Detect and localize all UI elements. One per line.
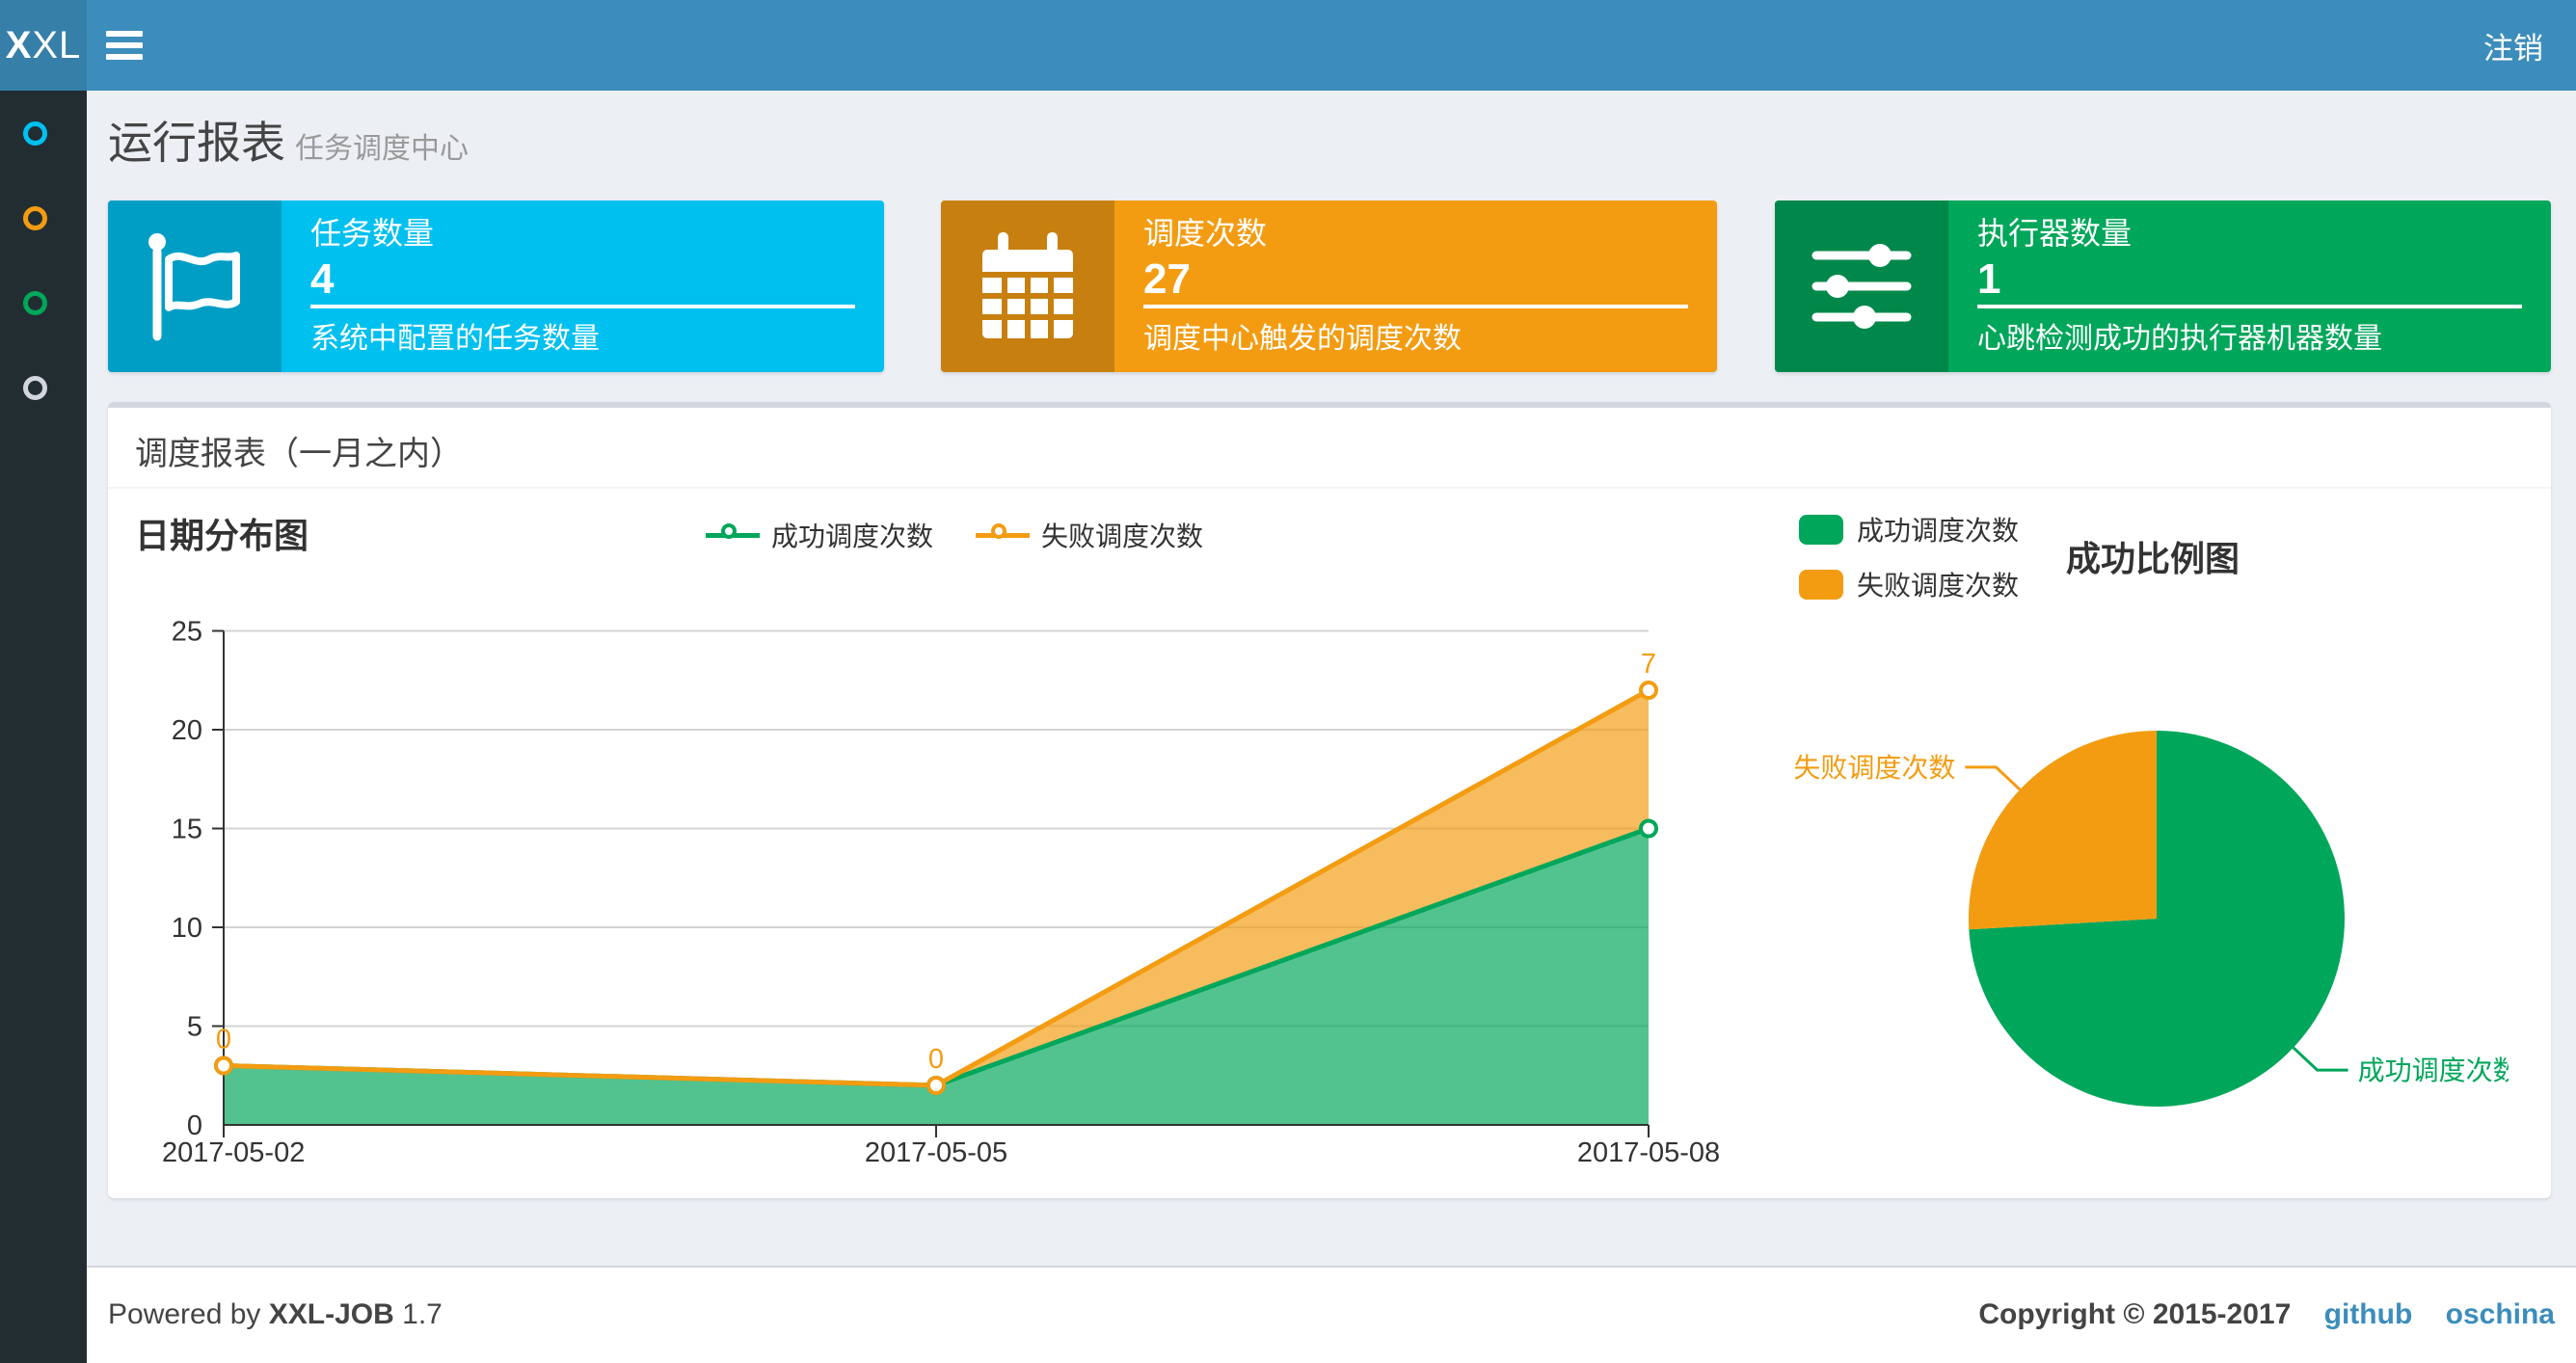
- panel-header: 调度报表（一月之内）: [108, 408, 2551, 489]
- footer-copyright: Copyright © 2015-2017 github oschina: [1978, 1298, 2555, 1331]
- github-link[interactable]: github: [2324, 1298, 2413, 1330]
- logout-link[interactable]: 注销: [2451, 0, 2576, 91]
- y-tick-label: 10: [172, 913, 202, 944]
- copyright-text: Copyright © 2015-2017: [1978, 1298, 2292, 1330]
- info-box-value: 1: [1977, 255, 2001, 303]
- footer-powered-by: Powered by XXL-JOB 1.7: [108, 1298, 443, 1331]
- y-tick-label: 15: [172, 815, 202, 845]
- success-ratio-pie-chart: 成功调度次数 失败调度次数: [1793, 731, 2509, 1107]
- sidebar-item-2[interactable]: [0, 175, 87, 260]
- info-box-body: 调度次数 27 调度中心触发的调度次数: [1114, 200, 1717, 372]
- y-tick-label: 5: [187, 1012, 202, 1043]
- sidebar-item-3[interactable]: [0, 260, 87, 345]
- pie-slice-label: 失败调度次数: [1793, 753, 1955, 783]
- divider: [1977, 305, 2522, 308]
- divider: [1143, 305, 1688, 308]
- logo[interactable]: X XL: [0, 0, 87, 91]
- calendar-icon: [941, 200, 1114, 372]
- info-box-description: 调度中心触发的调度次数: [1143, 323, 1462, 355]
- app-name: XXL-JOB: [268, 1298, 394, 1330]
- legend-swatch: [1799, 569, 1843, 600]
- circle-icon: [23, 375, 47, 400]
- legend-line-marker: [705, 523, 760, 547]
- footer: Powered by XXL-JOB 1.7 Copyright © 2015-…: [0, 1266, 2576, 1363]
- sidebar-item-4[interactable]: [0, 345, 87, 430]
- legend-item-1[interactable]: 成功调度次数: [705, 516, 933, 554]
- sidebar-toggle-button[interactable]: [87, 0, 162, 91]
- content-header: 运行报表 任务调度中心: [108, 112, 469, 180]
- sliders-icon: [1775, 200, 1948, 372]
- legend-line-marker: [976, 523, 1030, 547]
- page-title: 运行报表: [108, 118, 285, 168]
- hamburger-icon: [106, 31, 143, 60]
- top-navbar: X XL 注销: [0, 0, 2576, 91]
- logo-text: XL: [32, 23, 82, 67]
- circle-icon: [23, 205, 47, 230]
- x-tick-label: 2017-05-08: [1577, 1137, 1720, 1168]
- data-label: 0: [216, 1025, 231, 1056]
- flag-icon: [108, 200, 282, 372]
- y-tick-label: 20: [172, 715, 202, 746]
- fail-point-marker: [1639, 681, 1658, 700]
- info-box-description: 心跳检测成功的执行器机器数量: [1977, 323, 2382, 355]
- pie-label-line: [1965, 765, 2022, 791]
- fail-point-marker: [926, 1076, 946, 1095]
- data-label: 0: [928, 1044, 944, 1075]
- sidebar-item-1[interactable]: [0, 91, 87, 175]
- y-tick-label: 25: [172, 617, 202, 648]
- data-label: 7: [1641, 649, 1656, 680]
- info-box-value: 27: [1143, 255, 1191, 303]
- success-point-marker: [1639, 818, 1658, 839]
- legend-label: 成功调度次数: [770, 521, 933, 551]
- circle-icon: [23, 290, 47, 315]
- powered-by-text: Powered by: [108, 1298, 261, 1330]
- info-box-label: 任务数量: [310, 216, 435, 251]
- x-tick-label: 2017-05-02: [162, 1137, 305, 1168]
- info-box-body: 执行器数量 1 心跳检测成功的执行器机器数量: [1948, 200, 2551, 372]
- divider: [310, 305, 855, 308]
- info-box-label: 执行器数量: [1977, 216, 2133, 251]
- pie-slice-label: 成功调度次数: [2358, 1056, 2509, 1085]
- line-chart-legend: 成功调度次数 失败调度次数: [530, 516, 1379, 554]
- legend-label: 失败调度次数: [1041, 521, 1204, 551]
- legend-swatch: [1799, 514, 1843, 545]
- info-box-trigger-count: 调度次数 27 调度中心触发的调度次数: [941, 200, 1717, 372]
- report-panel: 调度报表（一月之内） 日期分布图 成功调度次数 失败调度次数 0 5 10 15 20 25…: [108, 402, 2551, 1198]
- app-version: 1.7: [402, 1298, 443, 1330]
- x-tick-label: 2017-05-05: [865, 1137, 1007, 1168]
- page-subtitle: 任务调度中心: [295, 133, 469, 165]
- oschina-link[interactable]: oschina: [2446, 1298, 2555, 1330]
- info-box-label: 调度次数: [1143, 216, 1268, 251]
- info-box-value: 4: [310, 255, 335, 303]
- app: X XL 注销 运行报表 任务调度中心 任务数量 4 系统中配置的任务数量 调度…: [0, 0, 2576, 1363]
- info-box-description: 系统中配置的任务数量: [310, 323, 600, 355]
- fail-point-marker: [214, 1056, 233, 1076]
- panel-title: 调度报表（一月之内）: [135, 436, 463, 472]
- pie-label-line: [2292, 1046, 2348, 1072]
- circle-icon: [23, 120, 47, 146]
- sidebar: [0, 91, 87, 1363]
- pie-slice: [1968, 731, 2157, 930]
- logo-text-bold: X: [5, 23, 33, 67]
- info-box-executor-count: 执行器数量 1 心跳检测成功的执行器机器数量: [1775, 200, 2551, 372]
- date-distribution-chart: 05101520252017-05-02 2017-05-05 2017-05-08…: [162, 617, 1720, 1169]
- line-chart-title: 日期分布图: [135, 516, 309, 555]
- info-box-job-count: 任务数量 4 系统中配置的任务数量: [108, 200, 884, 372]
- info-box-body: 任务数量 4 系统中配置的任务数量: [282, 200, 884, 372]
- pie-chart-title: 成功比例图: [2065, 539, 2240, 578]
- legend-item-2[interactable]: 失败调度次数: [976, 516, 1203, 554]
